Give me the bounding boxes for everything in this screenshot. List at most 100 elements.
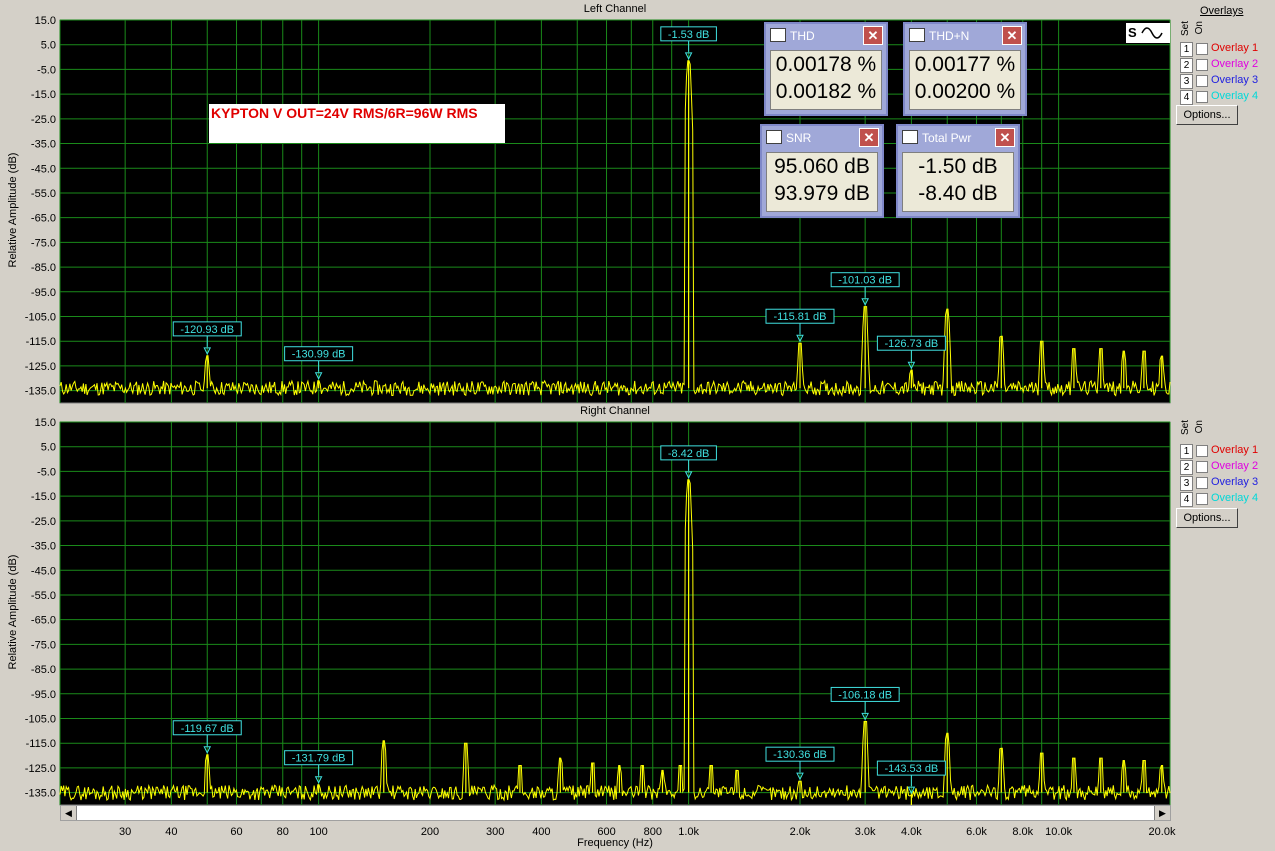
marker-label: -130.36 dB [773, 749, 827, 761]
overlay-label: Overlay 1 [1211, 42, 1259, 54]
overlay-on-checkbox[interactable] [1196, 75, 1208, 87]
overlay-label: Overlay 3 [1211, 476, 1259, 488]
meter-wave-icon [909, 28, 925, 42]
meter-value-right: 0.00182 % [775, 80, 877, 103]
overlay-on-checkbox[interactable] [1196, 43, 1208, 55]
overlay-on-checkbox[interactable] [1196, 477, 1208, 489]
y-tick-label: -135.0 [25, 788, 56, 800]
thdn-meter-window[interactable]: THD+N ✕ 0.00177 % 0.00200 % [903, 22, 1027, 116]
marker-label: -101.03 dB [838, 275, 892, 287]
y-tick-label: -125.0 [25, 763, 56, 775]
y-tick-label: -85.0 [31, 664, 56, 676]
marker-label: -1.53 dB [668, 29, 710, 41]
marker-label: -130.99 dB [292, 349, 346, 361]
on-header: On [1194, 420, 1205, 434]
set-header: Set [1180, 21, 1191, 37]
meter-title: THD [790, 29, 815, 43]
y-tick-label: -95.0 [31, 689, 56, 701]
overlay-4-row: 4 Overlay 4 [1178, 491, 1273, 507]
overlay-on-checkbox[interactable] [1196, 445, 1208, 457]
overlay-set-button[interactable]: 1 [1180, 42, 1193, 57]
total-pwr-meter-window[interactable]: Total Pwr ✕ -1.50 dB -8.40 dB [896, 124, 1020, 218]
y-tick-label: -25.0 [31, 114, 56, 126]
y-tick-label: 15.0 [35, 15, 56, 27]
overlay-on-checkbox[interactable] [1196, 461, 1208, 473]
meter-title: SNR [786, 131, 812, 145]
overlay-label: Overlay 4 [1211, 492, 1259, 504]
close-icon[interactable]: ✕ [863, 26, 883, 45]
x-axis-label: Frequency (Hz) [577, 837, 653, 849]
meter-value-right: 93.979 dB [774, 182, 870, 205]
set-header: Set [1180, 420, 1191, 436]
overlay-set-button[interactable]: 1 [1180, 444, 1193, 459]
y-tick-label: -5.0 [37, 64, 56, 76]
y-tick-label: 5.0 [41, 40, 56, 52]
meter-value-right: -8.40 dB [918, 182, 998, 205]
overlay-2-row: 2 Overlay 2 [1178, 57, 1273, 73]
y-tick-label: -105.0 [25, 312, 56, 324]
y-tick-label: -75.0 [31, 237, 56, 249]
y-tick-label: -55.0 [31, 188, 56, 200]
meter-wave-icon [766, 130, 782, 144]
marker-label: -143.53 dB [884, 763, 938, 775]
y-tick-label: -125.0 [25, 361, 56, 373]
thd-meter-window[interactable]: THD ✕ 0.00178 % 0.00182 % [764, 22, 888, 116]
y-tick-label: -65.0 [31, 213, 56, 225]
y-tick-label: 5.0 [41, 442, 56, 454]
overlay-on-checkbox[interactable] [1196, 59, 1208, 71]
y-tick-label: -75.0 [31, 639, 56, 651]
overlay-3-row: 3 Overlay 3 [1178, 73, 1273, 89]
overlay-3-row: 3 Overlay 3 [1178, 475, 1273, 491]
overlay-set-button[interactable]: 3 [1180, 74, 1193, 89]
overlay-set-button[interactable]: 3 [1180, 476, 1193, 491]
overlay-set-button[interactable]: 2 [1180, 58, 1193, 73]
marker-label: -131.79 dB [292, 753, 346, 765]
overlay-on-checkbox[interactable] [1196, 91, 1208, 103]
meter-value-left: 95.060 dB [774, 155, 870, 178]
marker-label: -126.73 dB [884, 338, 938, 350]
overlay-set-button[interactable]: 4 [1180, 90, 1193, 105]
close-icon[interactable]: ✕ [1002, 26, 1022, 45]
y-tick-label: -115.0 [26, 738, 56, 750]
overlay-set-button[interactable]: 2 [1180, 460, 1193, 475]
scroll-left-arrow[interactable]: ◀ [61, 806, 77, 820]
y-tick-label: -85.0 [31, 262, 56, 274]
overlay-1-row: 1 Overlay 1 [1178, 443, 1273, 459]
overlay-set-button[interactable]: 4 [1180, 492, 1193, 507]
close-icon[interactable]: ✕ [859, 128, 879, 147]
overlay-on-checkbox[interactable] [1196, 493, 1208, 505]
meter-value-left: 0.00178 % [775, 53, 877, 76]
spectrum-chart: 15.0 5.0 -5.0 -15.0 -25.0 -35.0 -45.0 -55.0 -65.… [25, 15, 1176, 838]
snr-meter-window[interactable]: SNR ✕ 95.060 dB 93.979 dB [760, 124, 884, 218]
y-tick-label: -15.0 [31, 89, 56, 101]
y-tick-label: -35.0 [31, 541, 56, 553]
meter-title: THD+N [929, 29, 970, 43]
meter-value-left: -1.50 dB [918, 155, 998, 178]
marker-label: -8.42 dB [668, 448, 710, 460]
scroll-thumb[interactable] [77, 806, 1155, 820]
close-icon[interactable]: ✕ [995, 128, 1015, 147]
sine-wave-icon: S [1126, 23, 1170, 43]
y-tick-label: 15.0 [35, 417, 56, 429]
y-tick-label: -45.0 [31, 163, 56, 175]
options-button-bottom[interactable]: Options... [1176, 508, 1238, 528]
overlay-label: Overlay 3 [1211, 74, 1259, 86]
y-tick-label: -25.0 [31, 516, 56, 528]
options-button-top[interactable]: Options... [1176, 105, 1238, 125]
y-tick-label: -115.0 [26, 336, 56, 348]
marker-label: -115.81 dB [773, 311, 826, 323]
y-tick-label: -15.0 [31, 491, 56, 503]
overlay-4-row: 4 Overlay 4 [1178, 89, 1273, 105]
overlay-label: Overlay 2 [1211, 460, 1259, 472]
y-tick-label: -55.0 [31, 590, 56, 602]
y-tick-label: -65.0 [31, 615, 56, 627]
svg-text:S: S [1128, 25, 1137, 40]
overlay-2-row: 2 Overlay 2 [1178, 459, 1273, 475]
meter-wave-icon [902, 130, 918, 144]
scroll-right-arrow[interactable]: ▶ [1154, 806, 1170, 820]
test-condition-note: KYPTON V OUT=24V RMS/6R=96W RMS [209, 104, 505, 143]
horizontal-scrollbar[interactable]: ◀ ▶ [60, 805, 1171, 821]
meter-value-right: 0.00200 % [914, 80, 1016, 103]
y-tick-label: -5.0 [37, 466, 56, 478]
meter-value-left: 0.00177 % [914, 53, 1016, 76]
